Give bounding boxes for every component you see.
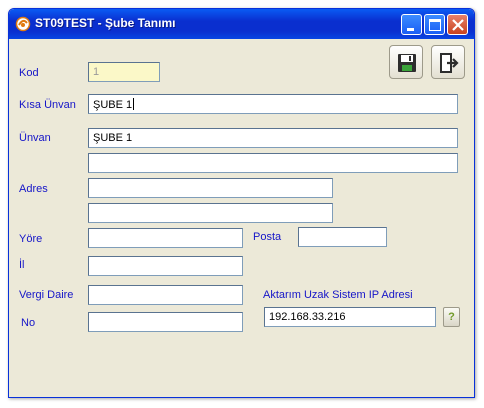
title-bar[interactable]: ST09TEST - Şube Tanımı — [9, 9, 474, 39]
kisa-unvan-label: Kısa Ünvan — [19, 99, 76, 111]
yore-label: Yöre — [19, 233, 43, 245]
aktarim-ip-label: Aktarım Uzak Sistem IP Adresi — [263, 289, 413, 301]
il-field[interactable] — [88, 256, 243, 276]
close-button[interactable] — [447, 14, 468, 35]
exit-door-icon — [440, 53, 459, 73]
save-button[interactable] — [389, 45, 423, 79]
il-label: İl — [19, 259, 25, 271]
no-field[interactable] — [88, 312, 243, 332]
adres-field-line1[interactable] — [88, 178, 333, 198]
window-title: ST09TEST - Şube Tanımı — [35, 16, 176, 30]
app-logo-icon — [15, 16, 31, 32]
minimize-icon — [407, 28, 414, 31]
text-caret — [133, 98, 135, 110]
vergi-daire-label: Vergi Daire — [19, 289, 74, 301]
adres-field-line2[interactable] — [88, 203, 333, 223]
kisa-unvan-value: ŞUBE 1 — [93, 99, 133, 111]
minimize-button[interactable] — [401, 14, 422, 35]
posta-label: Posta — [253, 231, 282, 243]
aktarim-ip-field[interactable]: 192.168.33.216 — [264, 307, 436, 327]
yore-field[interactable] — [88, 228, 243, 248]
app-window: ST09TEST - Şube Tanımı Kod 1 Kısa Ünvan … — [8, 8, 475, 398]
no-label: No — [21, 317, 36, 329]
kod-field[interactable]: 1 — [88, 62, 160, 82]
kod-label: Kod — [19, 67, 39, 79]
unvan-field-line2[interactable] — [88, 153, 458, 173]
adres-label: Adres — [19, 183, 48, 195]
unvan-label: Ünvan — [19, 132, 51, 144]
close-icon — [452, 19, 464, 31]
help-button[interactable]: ? — [443, 307, 460, 327]
unvan-field-line1[interactable]: ŞUBE 1 — [88, 128, 458, 148]
maximize-icon — [429, 19, 441, 31]
kisa-unvan-field[interactable]: ŞUBE 1 — [88, 94, 458, 114]
maximize-button[interactable] — [424, 14, 445, 35]
exit-button[interactable] — [431, 45, 465, 79]
vergi-daire-field[interactable] — [88, 285, 243, 305]
posta-field[interactable] — [298, 227, 387, 247]
save-disk-icon — [398, 54, 416, 72]
form-area: Kod 1 Kısa Ünvan ŞUBE 1 Ünvan ŞUBE 1 Adr… — [13, 39, 470, 393]
